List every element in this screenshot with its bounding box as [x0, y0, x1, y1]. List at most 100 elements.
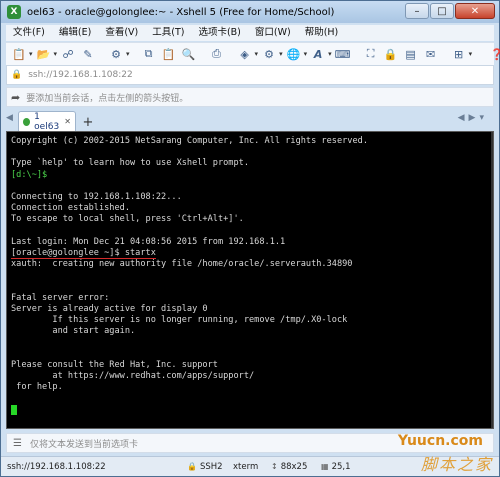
disconnect-icon[interactable]: ☍: [59, 45, 77, 63]
address-field[interactable]: ssh://192.168.1.108:22: [28, 70, 133, 80]
terminal-line: Type `help' to learn how to use Xshell p…: [11, 158, 249, 169]
tab-scroll-arrows-icon[interactable]: ◀▶▾: [458, 113, 488, 123]
globe-icon[interactable]: 🌐: [285, 45, 303, 63]
lock-icon[interactable]: 🔒: [382, 45, 400, 63]
add-tab-button[interactable]: +: [80, 113, 96, 131]
fullscreen-icon[interactable]: ⛶: [362, 45, 380, 63]
xshell-icon: X: [7, 5, 21, 19]
transfer-dropdown-icon[interactable]: ▾: [279, 50, 283, 58]
properties-icon[interactable]: ⚙: [107, 45, 125, 63]
status-bar: ssh://192.168.1.108:22 🔒 SSH2 xterm ↕ 88x2…: [1, 456, 499, 476]
terminal-line: and start again.: [11, 326, 136, 337]
minimize-button[interactable]: –: [405, 3, 429, 19]
terminal-line: To escape to local shell, press 'Ctrl+Al…: [11, 214, 244, 225]
find-icon[interactable]: 🔍: [180, 45, 198, 63]
font-icon[interactable]: A: [309, 45, 327, 63]
menu-tools[interactable]: 工具(T): [145, 25, 191, 41]
tab-close-icon[interactable]: ✕: [64, 117, 71, 126]
compose-bar-text: 仅将文本发送到当前选项卡: [29, 439, 138, 450]
status-size: ↕ 88x25: [271, 462, 307, 472]
compose-bar-icon[interactable]: ☰: [13, 438, 22, 449]
address-ssh-icon: 🔒: [11, 70, 23, 80]
status-size-text: 88x25: [280, 462, 308, 472]
menu-tab[interactable]: 选项卡(B): [191, 25, 247, 41]
ssh-lock-icon: 🔒: [187, 462, 197, 471]
terminal-output[interactable]: Copyright (c) 2002-2015 NetSarang Comput…: [6, 131, 494, 429]
status-protocol: 🔒 SSH2: [187, 462, 223, 472]
session-hint-text: 要添加当前会话，点击左侧的箭头按钮。: [26, 93, 189, 104]
status-protocol-text: SSH2: [199, 462, 223, 472]
globe-dropdown-icon[interactable]: ▾: [304, 50, 308, 58]
font-dropdown-icon[interactable]: ▾: [328, 50, 332, 58]
menu-view[interactable]: 查看(V): [98, 25, 145, 41]
terminal-line: Copyright (c) 2002-2015 NetSarang Comput…: [11, 136, 368, 146]
resize-icon: ↕: [271, 462, 278, 471]
terminal-line: Last login: Mon Dec 21 04:08:56 2015 fro…: [11, 236, 286, 247]
status-position-text: 25,1: [331, 462, 351, 472]
compose-bar[interactable]: ☰ 仅将文本发送到当前选项卡: [6, 433, 494, 453]
color-scheme-icon[interactable]: ◈: [236, 45, 254, 63]
help-icon[interactable]: ❓: [488, 45, 500, 63]
terminal-line: xauth: creating new authority file /home…: [11, 259, 353, 270]
terminal-line: at https://www.redhat.com/apps/support/: [11, 370, 255, 381]
terminal-line: Connecting to 192.168.1.108:22...: [11, 191, 182, 202]
startx-command-line: [oracle@golonglee ~]$ startx: [11, 247, 489, 259]
tab-oel63[interactable]: 1 oel63 ✕: [18, 111, 76, 132]
paste-icon[interactable]: 📋: [160, 45, 178, 63]
print-icon[interactable]: ⎙: [208, 45, 226, 63]
open-folder-icon[interactable]: 📂: [35, 45, 53, 63]
add-session-arrow-icon[interactable]: ➦: [11, 91, 20, 104]
new-tab-icon[interactable]: ⊞: [450, 45, 468, 63]
tab-bar: ◀ 1 oel63 ✕ + ◀▶▾: [6, 109, 494, 132]
terminal-line: for help.: [11, 382, 63, 393]
startx-command-text: [oracle@golonglee ~]$ startx: [11, 247, 156, 259]
transfer-icon[interactable]: ⚙: [260, 45, 278, 63]
new-tab-dropdown-icon[interactable]: ▾: [469, 50, 473, 58]
terminal-scrollbar[interactable]: [491, 132, 493, 428]
maximize-button[interactable]: □: [430, 3, 454, 19]
toolbar: 📋 ▾ 📂 ▾ ☍ ✎ ⚙ ▾ ⧉ 📋 🔍 ⎙ ◈ ▾ ⚙ ▾ 🌐 ▾ A ▾ …: [6, 42, 500, 65]
status-position: ▦ 25,1: [321, 462, 351, 472]
script-icon[interactable]: ▤: [402, 45, 420, 63]
title-bar: X oel63 - oracle@golonglee:~ - Xshell 5 …: [1, 1, 499, 23]
session-status-icon: [23, 117, 31, 126]
terminal-line: Please consult the Red Hat, Inc. support: [11, 359, 218, 370]
keyboard-icon[interactable]: ⌨: [334, 45, 352, 63]
menu-edit[interactable]: 编辑(E): [52, 25, 98, 41]
terminal-line: Fatal server error:: [11, 292, 110, 303]
status-terminal: xterm: [233, 462, 259, 472]
compose-icon[interactable]: ✉: [422, 45, 440, 63]
copy-icon[interactable]: ⧉: [140, 45, 158, 63]
menu-file[interactable]: 文件(F): [6, 25, 52, 41]
menu-help[interactable]: 帮助(H): [298, 25, 346, 41]
reconnect-icon[interactable]: ✎: [79, 45, 97, 63]
new-session-dropdown-icon[interactable]: ▾: [29, 50, 33, 58]
cursor-position-icon: ▦: [321, 462, 329, 471]
close-button[interactable]: ✕: [455, 3, 495, 19]
tab-list-icon[interactable]: ◀: [6, 113, 13, 123]
status-address: ssh://192.168.1.108:22: [7, 462, 106, 472]
properties-dropdown-icon[interactable]: ▾: [126, 50, 130, 58]
terminal-cursor: [11, 404, 17, 415]
xshell-window: X oel63 - oracle@golonglee:~ - Xshell 5 …: [0, 0, 500, 477]
address-bar[interactable]: 🔒 ssh://192.168.1.108:22: [6, 65, 494, 85]
menu-window[interactable]: 窗口(W): [248, 25, 298, 41]
session-hint-bar: ➦ 要添加当前会话，点击左侧的箭头按钮。: [6, 87, 494, 107]
cursor-line: [11, 404, 489, 416]
terminal-line: If this server is no longer running, rem…: [11, 315, 348, 325]
color-scheme-dropdown-icon[interactable]: ▾: [255, 50, 259, 58]
open-dropdown-icon[interactable]: ▾: [54, 50, 58, 58]
local-prompt-line: [d:\~]$: [11, 169, 48, 180]
new-session-icon[interactable]: 📋: [10, 45, 28, 63]
terminal-line: Server is already active for display 0: [11, 303, 208, 314]
window-title: oel63 - oracle@golonglee:~ - Xshell 5 (F…: [27, 6, 335, 18]
tab-label: 1 oel63: [34, 111, 60, 132]
